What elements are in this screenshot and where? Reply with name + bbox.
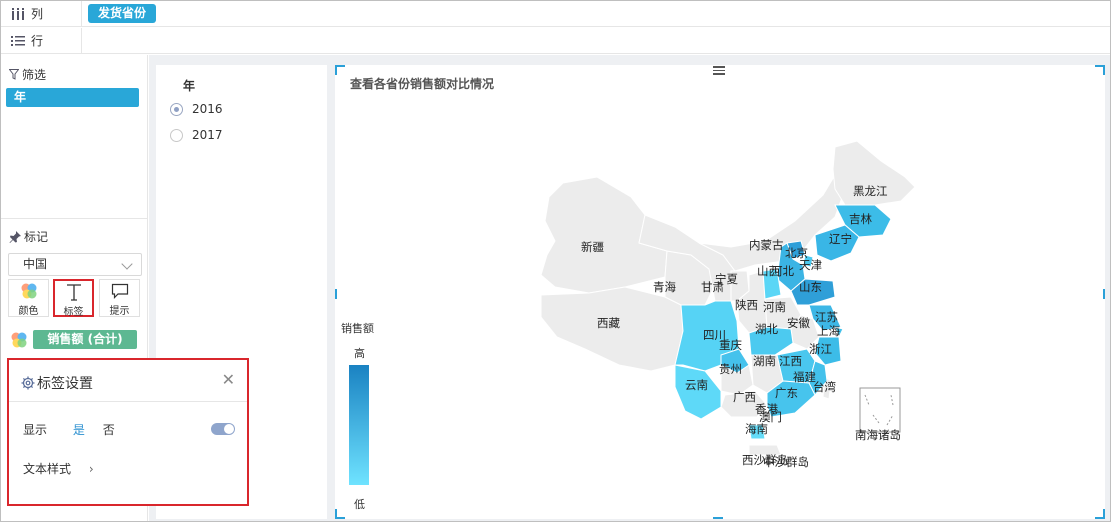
filter-section-title: 筛选 (9, 66, 46, 83)
province-zhejiang[interactable] (814, 336, 842, 366)
map-type-value: 中国 (23, 257, 48, 271)
popup-title: 标签设置 (37, 376, 93, 392)
display-yes-option[interactable]: 是 (73, 423, 85, 437)
pin-icon (9, 230, 21, 243)
display-no-option[interactable]: 否 (103, 423, 115, 437)
radio-button[interactable] (170, 128, 183, 142)
map-chart-card[interactable]: 查看各省份销售额对比情况 黑龙江 吉林 辽宁 内蒙古 北京 天津 河北 山西 宁… (335, 65, 1105, 519)
province-guangxi[interactable] (720, 390, 768, 418)
filter-field-pill[interactable]: 年 (6, 88, 139, 107)
columns-icon (12, 7, 24, 20)
section-divider (1, 218, 147, 219)
legend-title: 销售额 (341, 322, 374, 335)
rows-icon (11, 35, 25, 46)
south-china-sea-inset (859, 387, 901, 433)
color-palette-icon (11, 332, 27, 348)
rows-shelf-label: 行 (31, 34, 44, 48)
province-tianjin[interactable] (802, 254, 814, 268)
province-hainan[interactable] (748, 424, 766, 440)
chevron-right-icon: › (88, 462, 94, 476)
filter-title: 筛选 (22, 68, 47, 82)
text-label-icon (66, 284, 81, 301)
rows-shelf: 行 (1, 28, 1110, 54)
shelf-divider (81, 1, 82, 26)
columns-shelf-label-group: 列 (11, 5, 43, 22)
gear-icon (21, 376, 35, 390)
column-field-pill[interactable]: 发货省份 (88, 4, 157, 23)
rows-shelf-label-group: 行 (11, 32, 43, 49)
color-button-label: 颜色 (18, 306, 39, 317)
display-label: 显示 (23, 423, 48, 437)
province-xizang[interactable] (540, 286, 684, 372)
marks-title: 标记 (24, 230, 49, 244)
china-map[interactable] (335, 65, 1105, 520)
tooltip-icon (111, 283, 128, 299)
tooltip-button[interactable]: 提示 (99, 279, 140, 317)
color-button[interactable]: 颜色 (8, 279, 49, 317)
filter-icon (9, 69, 19, 80)
label-button[interactable]: 标签 (53, 279, 94, 318)
province-heilongjiang[interactable] (832, 140, 916, 206)
shelf-divider (81, 28, 82, 53)
legend-high-label: 高 (354, 347, 365, 360)
province-shanghai[interactable] (834, 326, 844, 339)
text-style-label: 文本样式 (23, 462, 72, 476)
close-icon[interactable]: ✕ (222, 372, 235, 388)
province-yunnan[interactable] (674, 364, 722, 420)
tooltip-button-label: 提示 (109, 306, 130, 317)
measure-field-pill[interactable]: 销售额 (合计) (33, 330, 137, 349)
map-type-select[interactable]: 中国 (8, 253, 142, 276)
display-toggle[interactable] (211, 423, 235, 435)
chevron-down-icon (121, 258, 133, 270)
display-row: 显示 是 否 (23, 421, 115, 438)
province-jiangxi[interactable] (776, 348, 816, 384)
legend-low-label: 低 (354, 498, 365, 511)
columns-shelf: 列 发货省份 (1, 1, 1110, 27)
year-option-label: 2016 (192, 102, 223, 116)
year-option-2016[interactable]: 2016 (170, 102, 223, 116)
radio-button[interactable] (170, 102, 183, 116)
popup-title-group: 标签设置 (21, 373, 93, 393)
text-style-row[interactable]: 文本样式 › (23, 460, 94, 477)
year-option-label: 2017 (192, 128, 223, 142)
label-button-label: 标签 (63, 307, 84, 318)
main-canvas: 年 2016 2017 查看各省份销售额对比情况 黑龙江 吉林 辽宁 内蒙古 北… (149, 55, 1110, 521)
province-hubei[interactable] (748, 326, 794, 356)
year-filter-title: 年 (183, 79, 196, 93)
province-xisha[interactable] (748, 444, 782, 456)
marks-section-title: 标记 (9, 228, 48, 245)
popup-header: 标签设置 ✕ (9, 360, 247, 402)
color-palette-icon (21, 283, 36, 299)
year-option-2017[interactable]: 2017 (170, 128, 223, 142)
label-settings-popup: 标签设置 ✕ 显示 是 否 文本样式 › (7, 358, 249, 506)
columns-shelf-label: 列 (31, 7, 44, 21)
legend-color-ramp (349, 365, 369, 485)
